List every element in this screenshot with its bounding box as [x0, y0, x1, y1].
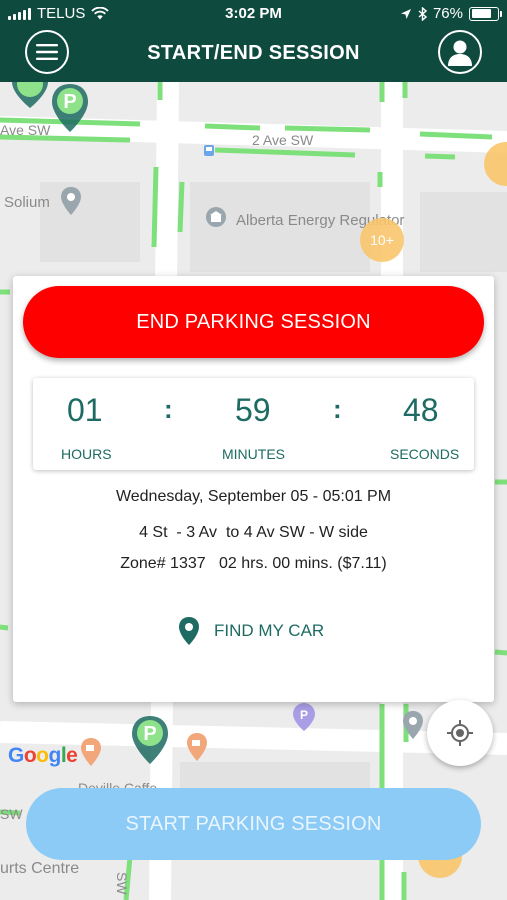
parking-pin-icon[interactable]: P [50, 82, 90, 134]
transit-icon [204, 145, 214, 156]
page-title: START/END SESSION [147, 42, 360, 64]
hours-label: HOURS [61, 446, 112, 462]
parking-cluster[interactable]: 10+ [360, 218, 404, 262]
crosshair-icon [447, 720, 473, 746]
svg-text:P: P [300, 708, 308, 722]
session-timer: 01 : 59 : 48 HOURS MINUTES SECONDS [33, 378, 474, 470]
cafe-pin-icon [81, 738, 101, 766]
timer-separator: : [164, 394, 173, 424]
seconds-value: 48 [403, 392, 439, 428]
app-header: START/END SESSION [0, 28, 507, 82]
find-my-car-label: FIND MY CAR [214, 621, 325, 640]
parking-pin-icon[interactable] [10, 82, 50, 110]
svg-text:P: P [143, 723, 156, 745]
cafe-pin-icon [187, 733, 207, 761]
seconds-label: SECONDS [390, 446, 460, 462]
battery-percent: 76% [432, 5, 463, 22]
map-pin-icon [179, 617, 199, 645]
google-logo: Google [8, 744, 78, 767]
street-label: Ave SW [0, 122, 51, 138]
parking-pin-icon[interactable]: P [130, 714, 170, 766]
profile-button[interactable] [438, 30, 482, 74]
minutes-value: 59 [235, 392, 271, 428]
my-location-button[interactable] [427, 700, 493, 766]
session-card: END PARKING SESSION 01 : 59 : 48 HOURS M… [13, 276, 494, 702]
user-icon [448, 40, 472, 66]
hours-value: 01 [67, 392, 103, 428]
street-label: SW [114, 872, 130, 895]
poi-label: urts Centre [0, 860, 80, 877]
session-zone: Zone# 1337 02 hrs. 00 mins. ($7.11) [120, 555, 387, 572]
start-session-button[interactable]: START PARKING SESSION [26, 788, 481, 860]
end-session-button[interactable]: END PARKING SESSION [23, 286, 484, 358]
street-label: 2 Ave SW [252, 132, 314, 148]
find-my-car-button[interactable]: FIND MY CAR [178, 614, 324, 648]
timer-separator: : [333, 394, 342, 424]
svg-text:P: P [63, 91, 76, 113]
minutes-label: MINUTES [222, 446, 285, 462]
parking-poi-icon: P [293, 703, 315, 731]
status-bar: TELUS 3:02 PM 76% [0, 0, 507, 28]
location-arrow-icon [400, 8, 411, 19]
session-location: 4 St - 3 Av to 4 Av SW - W side [139, 524, 368, 541]
bluetooth-icon [418, 6, 427, 21]
battery-icon [469, 6, 502, 21]
street-label: SW [0, 806, 23, 822]
poi-pin-icon [61, 187, 81, 215]
poi-pin-icon [403, 711, 423, 739]
government-icon [206, 207, 226, 227]
session-start-time: Wednesday, September 05 - 05:01 PM [115, 488, 392, 505]
poi-label: Solium [4, 194, 50, 211]
